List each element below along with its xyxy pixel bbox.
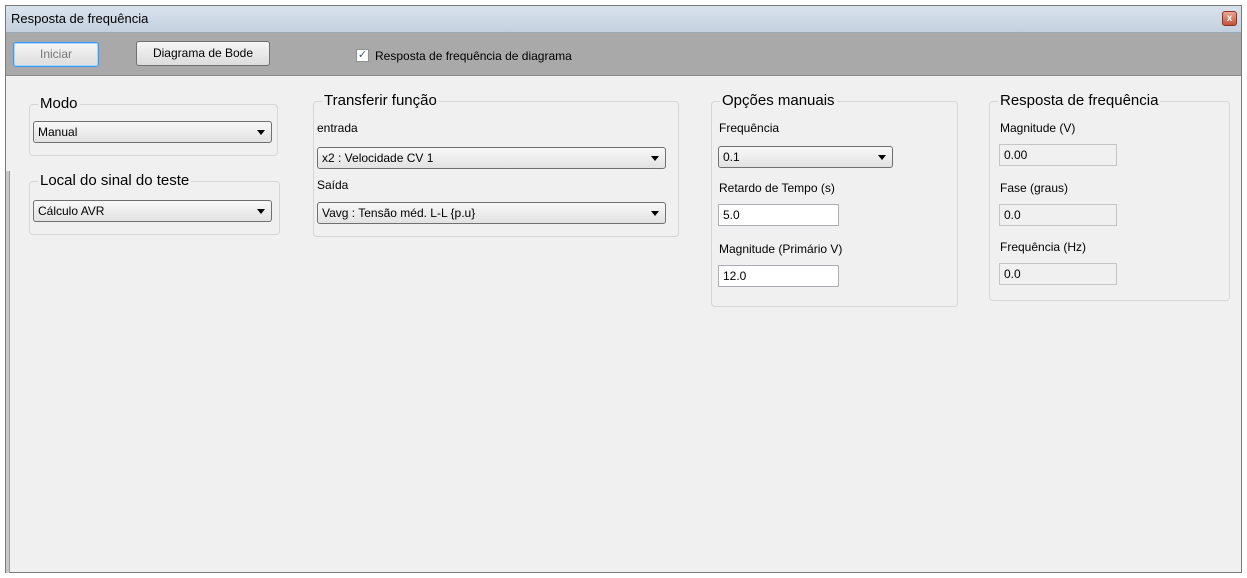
mode-group-title: Modo <box>38 95 80 112</box>
phase-label: Fase (graus) <box>1000 181 1069 195</box>
magnitude-value: 0.00 <box>999 144 1117 166</box>
magnitude-primary-label: Magnitude (Primário V) <box>719 242 843 256</box>
transfer-function-title: Transferir função <box>322 92 439 109</box>
window-title: Resposta de frequência <box>11 11 149 26</box>
plot-frequency-response-checkbox[interactable]: ✓ <box>356 49 369 62</box>
bode-diagram-button[interactable]: Diagrama de Bode <box>136 41 270 66</box>
frequency-hz-value: 0.0 <box>999 263 1117 285</box>
frequency-hz-label: Frequência (Hz) <box>1000 240 1087 254</box>
mode-select-value: Manual <box>38 125 78 139</box>
frequency-select-value: 0.1 <box>723 150 740 164</box>
input-select-value: x2 : Velocidade CV 1 <box>322 151 434 165</box>
plot-frequency-response-label[interactable]: Resposta de frequência de diagrama <box>375 49 572 63</box>
phase-value: 0.0 <box>999 204 1117 226</box>
time-delay-label: Retardo de Tempo (s) <box>719 181 835 195</box>
mode-select[interactable]: Manual <box>33 121 272 143</box>
title-bar[interactable]: Resposta de frequência x <box>6 6 1241 33</box>
frequency-label: Frequência <box>719 121 780 135</box>
input-label: entrada <box>317 121 358 135</box>
output-select[interactable]: Vavg : Tensão méd. L-L {p.u} <box>317 202 666 224</box>
chevron-down-icon <box>257 130 265 135</box>
output-select-value: Vavg : Tensão méd. L-L {p.u} <box>322 206 476 220</box>
chevron-down-icon <box>878 155 886 160</box>
left-edge-divider <box>6 171 10 573</box>
input-select[interactable]: x2 : Velocidade CV 1 <box>317 147 666 169</box>
frequency-response-title: Resposta de frequência <box>998 92 1161 109</box>
frequency-select[interactable]: 0.1 <box>718 146 893 168</box>
manual-options-title: Opções manuais <box>720 92 837 109</box>
test-signal-location-select[interactable]: Cálculo AVR <box>33 200 272 222</box>
time-delay-input[interactable]: 5.0 <box>718 204 839 226</box>
magnitude-label: Magnitude (V) <box>1000 121 1076 135</box>
magnitude-primary-input[interactable]: 12.0 <box>718 265 839 287</box>
chevron-down-icon <box>257 209 265 214</box>
chevron-down-icon <box>651 211 659 216</box>
close-icon[interactable]: x <box>1222 11 1237 26</box>
toolbar: Iniciar Diagrama de Bode ✓ Resposta de f… <box>6 33 1241 76</box>
start-button[interactable]: Iniciar <box>13 42 99 67</box>
output-label: Saída <box>317 178 349 192</box>
test-signal-location-title: Local do sinal do teste <box>38 172 192 189</box>
chevron-down-icon <box>651 156 659 161</box>
frequency-response-window: Resposta de frequência x Iniciar Diagram… <box>5 5 1242 573</box>
test-signal-location-value: Cálculo AVR <box>38 204 105 218</box>
